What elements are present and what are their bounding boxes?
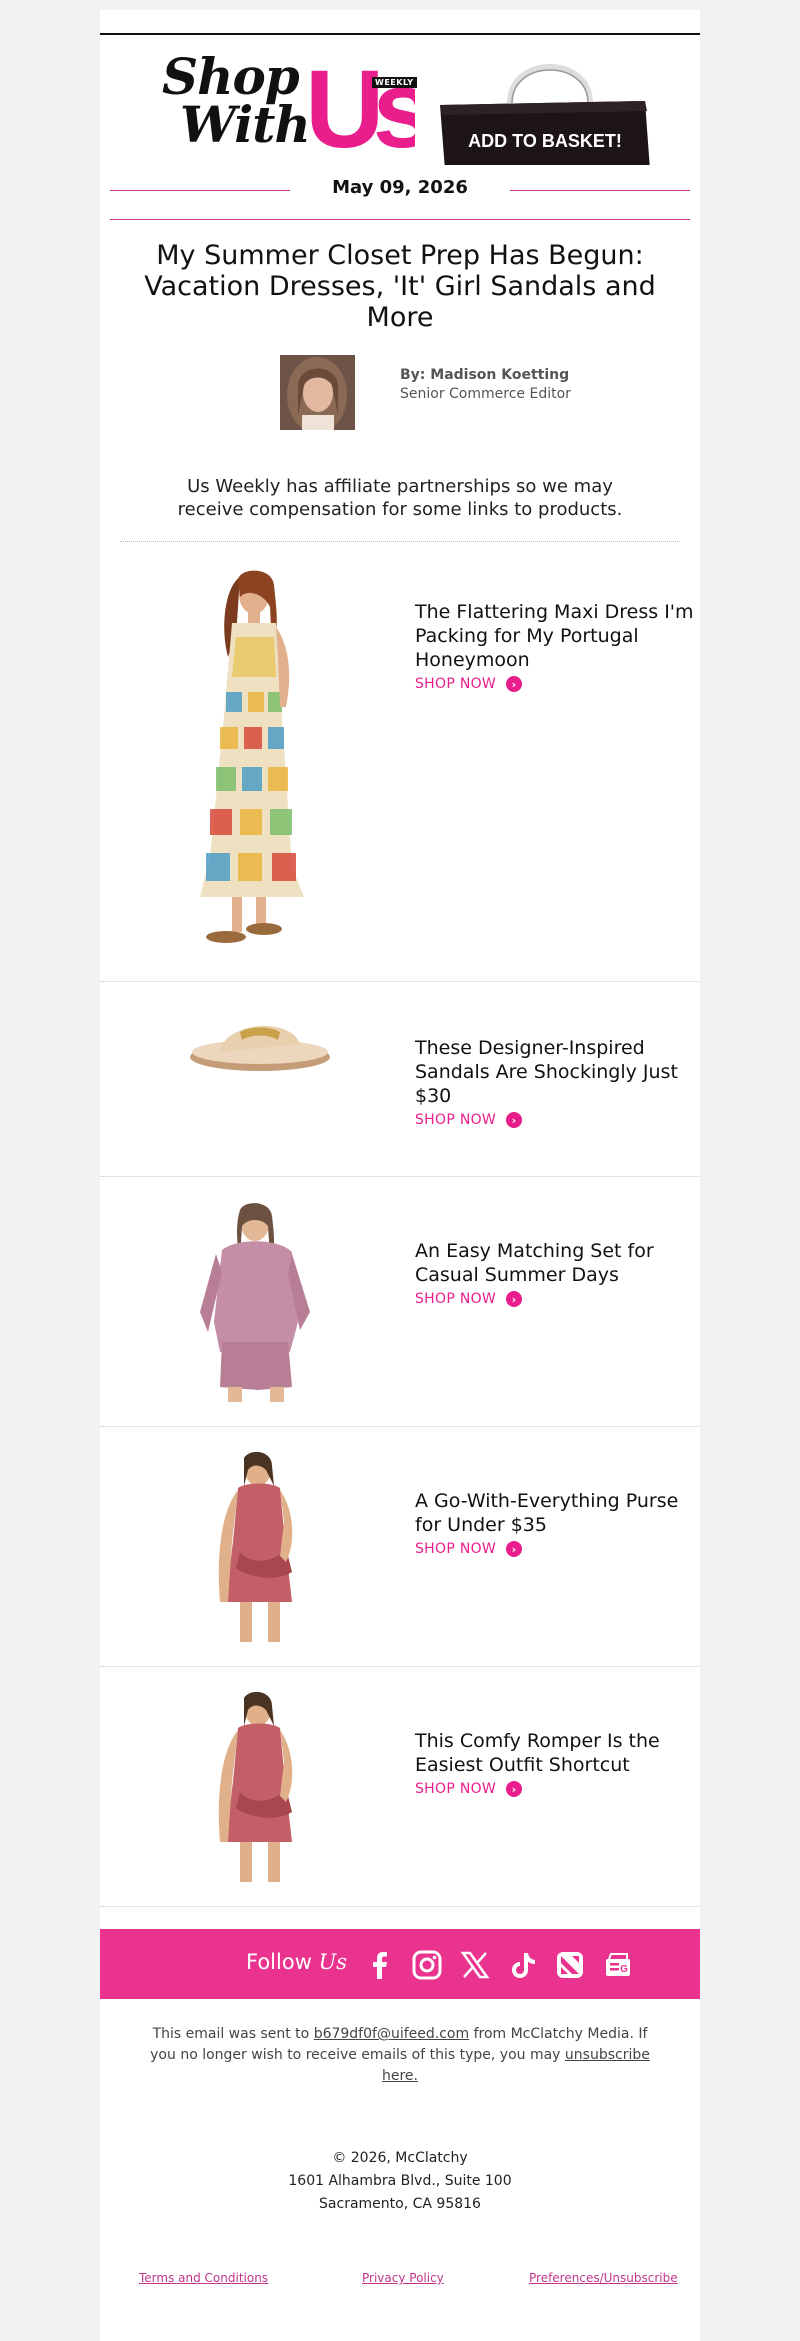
arrow-right-icon: › — [506, 676, 523, 692]
shop-now-link[interactable]: SHOP NOW › — [415, 1781, 523, 1797]
maxi-dress-image[interactable] — [180, 567, 340, 952]
preferences-link[interactable]: Preferences/Unsubscribe — [529, 2271, 678, 2285]
product-card[interactable]: The Flattering Maxi Dress I'm Packing fo… — [100, 542, 700, 982]
svg-text:Us: Us — [305, 55, 415, 155]
author-title: Senior Commerce Editor — [400, 386, 571, 402]
author-name: By: Madison Koetting — [400, 367, 570, 383]
product-title[interactable]: This Comfy Romper Is the Easiest Outfit … — [415, 1729, 695, 1777]
product-card[interactable]: This Comfy Romper Is the Easiest Outfit … — [100, 1667, 700, 1907]
issue-date: May 09, 2026 — [332, 177, 468, 198]
top-rule — [100, 10, 700, 35]
headline[interactable]: My Summer Closet Prep Has Begun: Vacatio… — [100, 240, 700, 333]
author-photo — [280, 355, 355, 430]
arrow-right-icon: › — [506, 1112, 523, 1128]
product-card[interactable]: A Go-With-Everything Purse for Under $35… — [100, 1427, 700, 1667]
top-band — [100, 0, 700, 10]
company-address: © 2026, McClatchy 1601 Alhambra Blvd., S… — [288, 2150, 512, 2212]
weekly-tag: WEEKLY — [372, 77, 417, 88]
romper-image[interactable] — [180, 1692, 340, 1882]
shop-now-link[interactable]: SHOP NOW › — [415, 1112, 523, 1128]
masthead[interactable]: Shop With Us WEEKLY ADD TO BASKET! — [100, 35, 700, 175]
byline: By: Madison Koetting Senior Commerce Edi… — [100, 355, 700, 433]
us-weekly-logo: Us — [305, 55, 415, 155]
product-title[interactable]: The Flattering Maxi Dress I'm Packing fo… — [415, 600, 695, 672]
privacy-link[interactable]: Privacy Policy — [362, 2271, 444, 2285]
product-card[interactable]: An Easy Matching Set for Casual Summer D… — [100, 1177, 700, 1427]
follow-bar: Follow Us G — [100, 1929, 700, 1999]
shop-now-link[interactable]: SHOP NOW › — [415, 676, 523, 692]
facebook-icon[interactable] — [365, 1950, 395, 1980]
divider — [110, 219, 690, 220]
instagram-icon[interactable] — [412, 1950, 442, 1980]
follow-label: Follow Us — [246, 1950, 348, 1974]
product-title[interactable]: These Designer-Inspired Sandals Are Shoc… — [415, 1036, 695, 1108]
shop-with-logo: Shop With — [162, 47, 311, 154]
product-title[interactable]: A Go-With-Everything Purse for Under $35 — [415, 1489, 695, 1537]
email-body: Shop With Us WEEKLY ADD TO BASKET! May 0… — [100, 10, 700, 2341]
x-icon[interactable] — [460, 1950, 490, 1980]
terms-link[interactable]: Terms and Conditions — [139, 2271, 268, 2285]
apple-news-icon[interactable] — [555, 1950, 585, 1980]
shop-now-link[interactable]: SHOP NOW › — [415, 1291, 523, 1307]
google-news-icon[interactable]: G — [603, 1950, 633, 1980]
arrow-right-icon: › — [506, 1541, 523, 1557]
product-card[interactable]: These Designer-Inspired Sandals Are Shoc… — [100, 982, 700, 1177]
date-row: May 09, 2026 — [100, 175, 700, 219]
arrow-right-icon: › — [506, 1781, 523, 1797]
shop-now-link[interactable]: SHOP NOW › — [415, 1541, 523, 1557]
legal-links: Terms and Conditions Privacy Policy Pref… — [100, 2271, 700, 2341]
shopping-bag-icon: ADD TO BASKET! — [440, 64, 650, 165]
purse-image[interactable] — [180, 1452, 340, 1642]
recipient-email-link[interactable]: b679df0f@uifeed.com — [314, 2026, 469, 2042]
tiktok-icon[interactable] — [508, 1950, 538, 1980]
matching-set-image[interactable] — [180, 1202, 340, 1402]
footer-note: This email was sent to b679df0f@uifeed.c… — [150, 2026, 650, 2084]
product-title[interactable]: An Easy Matching Set for Casual Summer D… — [415, 1239, 695, 1287]
sandal-image[interactable] — [180, 1002, 340, 1082]
affiliate-disclaimer: Us Weekly has affiliate partnerships so … — [177, 476, 623, 520]
bag-label: ADD TO BASKET! — [468, 131, 622, 151]
svg-text:G: G — [620, 1964, 628, 1975]
arrow-right-icon: › — [506, 1291, 523, 1307]
